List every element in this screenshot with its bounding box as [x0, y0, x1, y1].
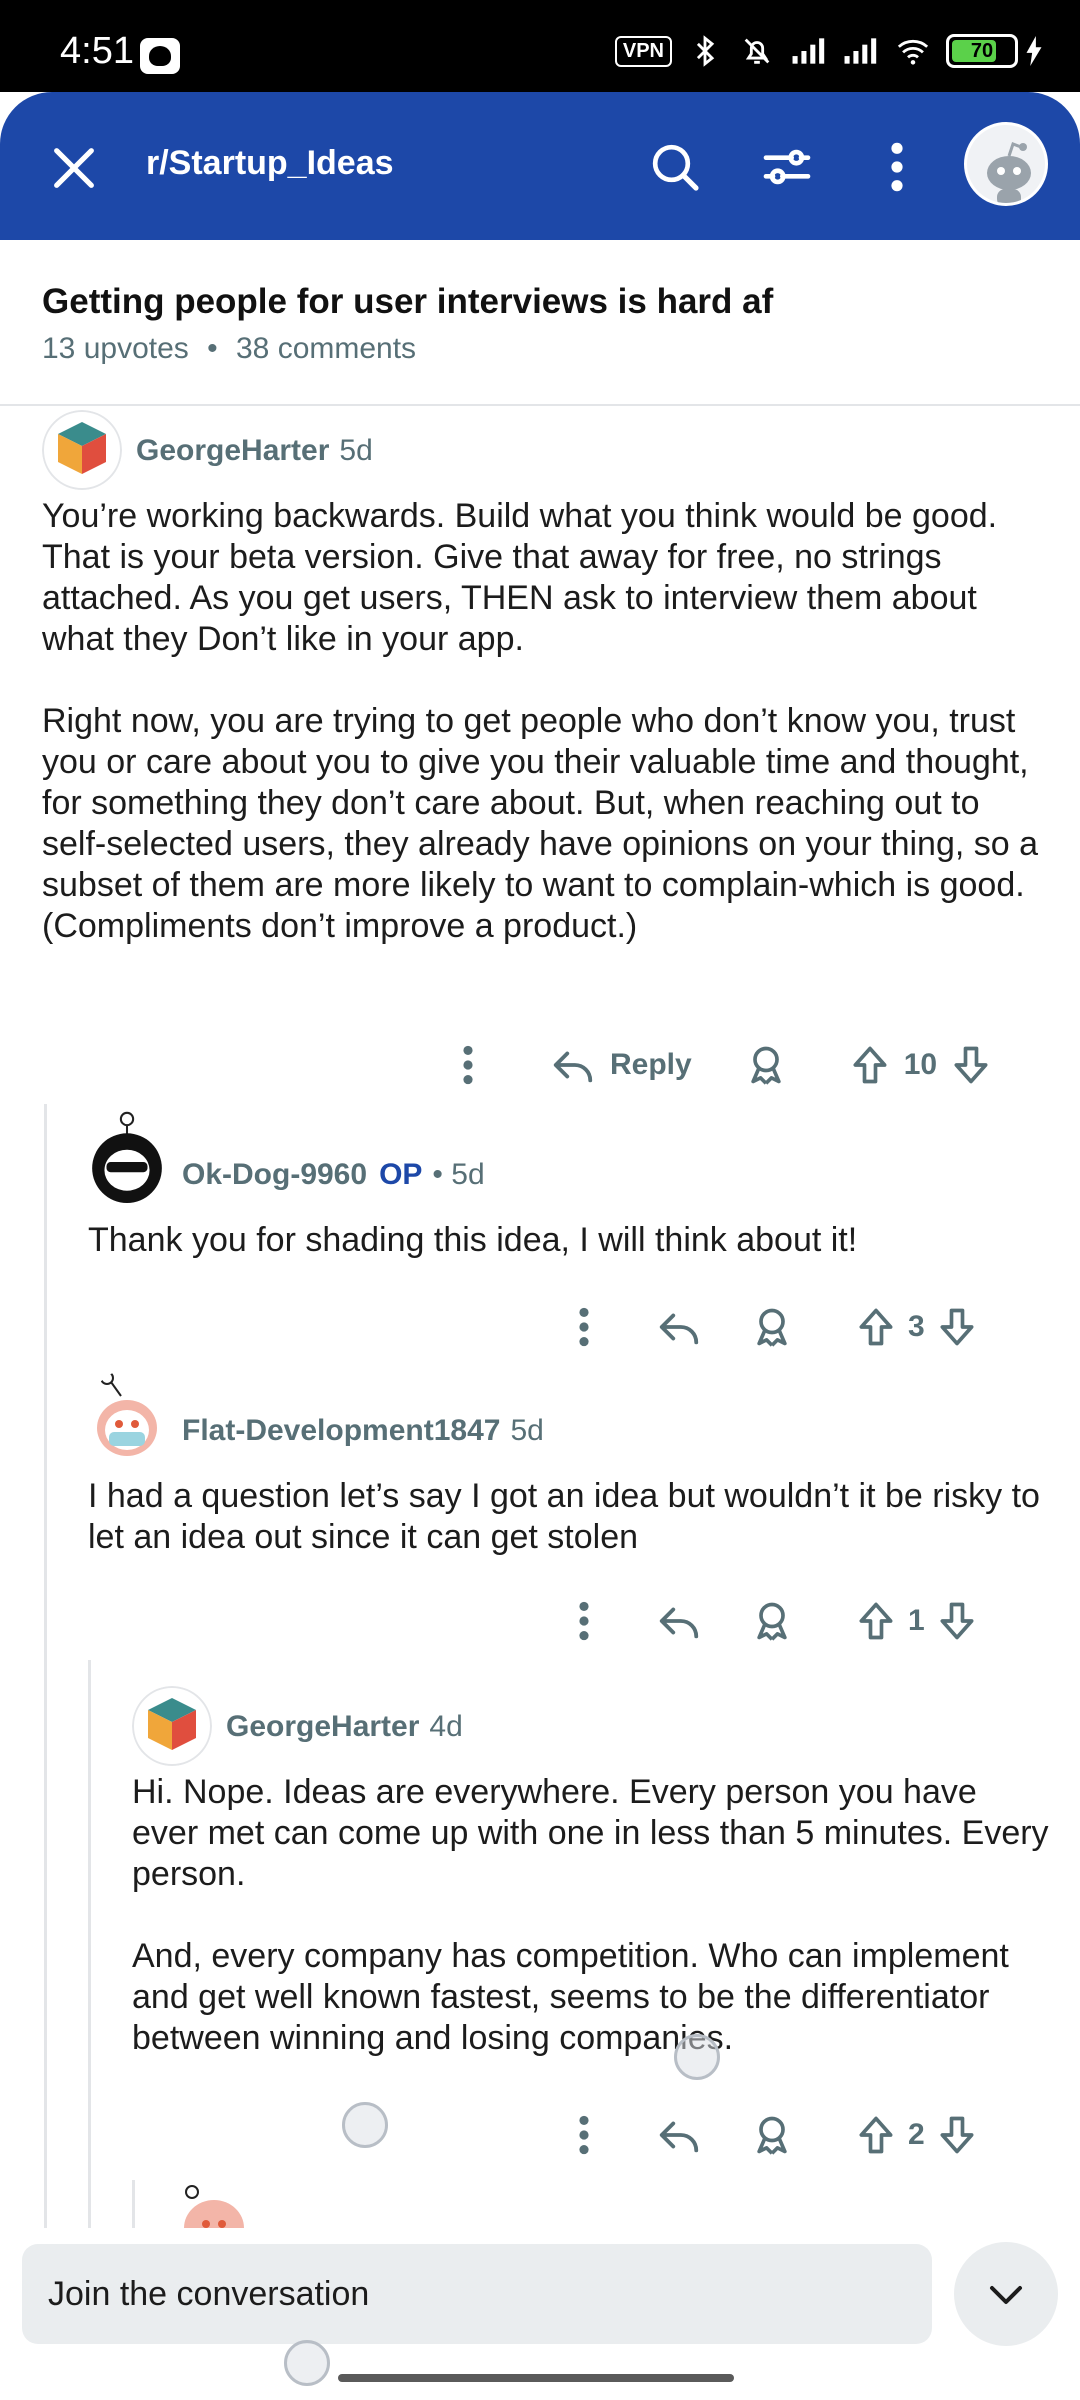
sort-filter-button[interactable]	[752, 132, 822, 202]
upvote-icon[interactable]	[848, 1043, 892, 1087]
bluetooth-icon	[696, 35, 715, 67]
comment-score: 2	[908, 2118, 925, 2151]
award-icon[interactable]	[750, 2113, 794, 2157]
avatar[interactable]	[42, 410, 122, 490]
upvote-icon[interactable]	[854, 2113, 898, 2157]
upvote-icon[interactable]	[854, 1599, 898, 1643]
award-icon[interactable]	[750, 1305, 794, 1349]
comment-age: 4d	[429, 1710, 463, 1743]
downvote-icon[interactable]	[949, 1043, 993, 1087]
comment-author[interactable]: Ok-Dog-9960 OP • 5d	[182, 1158, 485, 1192]
vpn-badge: VPN	[614, 35, 672, 67]
home-indicator[interactable]	[338, 2374, 734, 2382]
bell-off-icon	[744, 38, 770, 64]
avatar[interactable]	[132, 1686, 212, 1766]
user-avatar[interactable]	[964, 122, 1048, 206]
comment-age: 5d	[510, 1414, 544, 1447]
downvote-icon[interactable]	[935, 1599, 979, 1643]
comment-age: 5d	[339, 434, 373, 467]
touch-indicator	[674, 2034, 720, 2080]
notification-app-icon	[140, 38, 180, 74]
award-icon[interactable]	[744, 1043, 788, 1087]
battery-level: 70	[970, 40, 994, 62]
downvote-icon[interactable]	[935, 2113, 979, 2157]
status-icons: VPN 70	[614, 34, 1044, 68]
avatar[interactable]	[86, 1370, 168, 1470]
collapse-button[interactable]	[954, 2242, 1058, 2346]
app-header: r/Startup_Ideas	[0, 92, 1080, 240]
more-vertical-icon[interactable]	[564, 1596, 604, 1646]
reply-icon[interactable]	[656, 1304, 702, 1350]
touch-indicator	[342, 2102, 388, 2148]
comment-author[interactable]: Flat-Development1847 5d	[182, 1414, 544, 1448]
comment-author[interactable]: GeorgeHarter 4d	[226, 1710, 463, 1744]
post-header[interactable]: Getting people for user interviews is ha…	[0, 240, 1080, 406]
signal-icon-2	[844, 38, 877, 64]
status-bar: 4:51 VPN 70	[0, 0, 1080, 92]
upvote-count: 13 upvotes	[42, 332, 189, 365]
comment-body: You’re working backwards. Build what you…	[42, 497, 1039, 945]
chevron-down-icon	[990, 2286, 1022, 2304]
charging-icon	[1026, 36, 1042, 66]
post-title: Getting people for user interviews is ha…	[42, 282, 774, 321]
more-vertical-icon[interactable]	[448, 1040, 488, 1090]
op-badge: OP	[379, 1158, 423, 1191]
reply-icon[interactable]	[656, 1598, 702, 1644]
comment-score: 10	[903, 1048, 938, 1081]
award-icon[interactable]	[750, 1599, 794, 1643]
comment-actions: Reply 10	[448, 1040, 993, 1090]
search-button[interactable]	[640, 132, 710, 202]
avatar[interactable]	[176, 2182, 252, 2228]
battery-indicator: 70	[946, 34, 1044, 68]
comment-body: Hi. Nope. Ideas are everywhere. Every pe…	[132, 1773, 1049, 2057]
composer-bar: Join the conversation	[0, 2228, 1080, 2400]
comment-actions: 2	[564, 2110, 979, 2160]
downvote-icon[interactable]	[935, 1305, 979, 1349]
subreddit-name[interactable]: r/Startup_Ideas	[146, 144, 394, 183]
reply-icon[interactable]	[656, 2112, 702, 2158]
thread-line[interactable]	[132, 2180, 135, 2228]
snoo-avatar-icon	[987, 142, 1031, 203]
more-vertical-icon	[891, 142, 903, 192]
thread-line[interactable]	[88, 1660, 91, 2228]
thread-line[interactable]	[44, 1104, 47, 2228]
join-conversation-input[interactable]: Join the conversation	[22, 2244, 932, 2344]
upvote-icon[interactable]	[854, 1305, 898, 1349]
comment-author[interactable]: GeorgeHarter 5d	[136, 434, 373, 468]
status-time: 4:51	[60, 30, 134, 72]
reply-label: Reply	[610, 1048, 692, 1081]
comment-count: 38 comments	[235, 332, 417, 365]
reply-icon	[553, 1051, 593, 1083]
username[interactable]: Ok-Dog-9960	[182, 1158, 367, 1191]
comment-age: • 5d	[432, 1158, 485, 1191]
reply-button[interactable]: Reply	[550, 1042, 692, 1088]
close-icon[interactable]	[48, 142, 100, 194]
wifi-icon	[897, 39, 929, 65]
signal-icon	[792, 38, 825, 64]
meta-separator: •	[207, 332, 218, 365]
more-options-button[interactable]	[862, 132, 932, 202]
username[interactable]: GeorgeHarter	[136, 434, 329, 467]
comment-body: Thank you for shading this idea, I will …	[88, 1221, 858, 1259]
comment-body: I had a question let’s say I got an idea…	[88, 1477, 1050, 1556]
touch-indicator	[284, 2340, 330, 2386]
comment-score: 1	[908, 1604, 925, 1637]
username[interactable]: Flat-Development1847	[182, 1414, 500, 1447]
more-vertical-icon[interactable]	[564, 1302, 604, 1352]
comment-score: 3	[908, 1310, 925, 1343]
avatar[interactable]	[86, 1110, 168, 1214]
more-vertical-icon[interactable]	[564, 2110, 604, 2160]
post-meta: 13 upvotes • 38 comments	[42, 332, 416, 366]
search-icon	[652, 144, 699, 191]
comment-actions: 1	[564, 1596, 979, 1646]
comment-actions: 3	[564, 1302, 979, 1352]
filter-icon	[763, 149, 811, 185]
username[interactable]: GeorgeHarter	[226, 1710, 419, 1743]
